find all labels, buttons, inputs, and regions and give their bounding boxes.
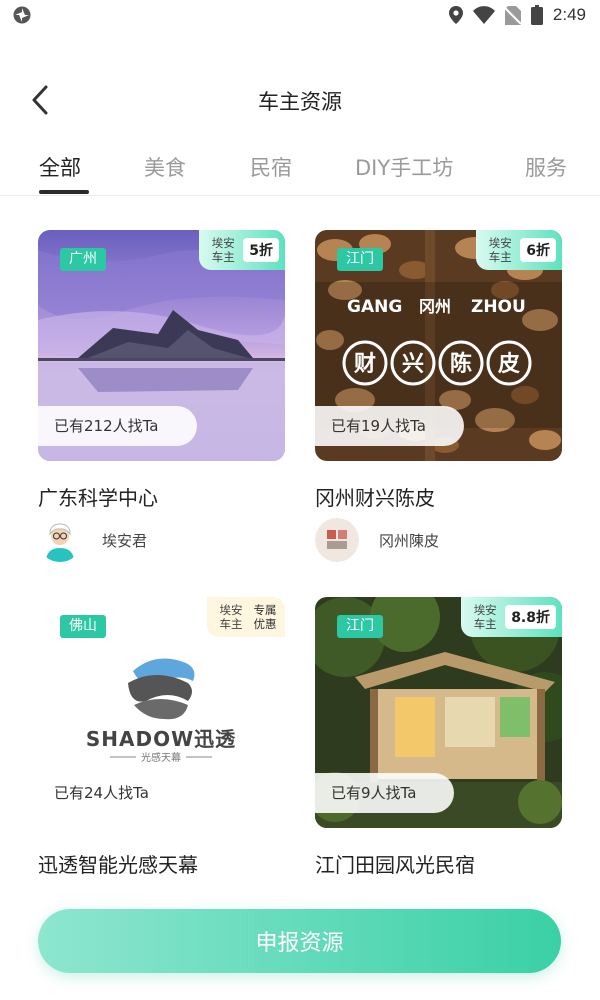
resource-card[interactable]: SHADOW迅透 光感天幕 佛山 埃安车主 专属优惠 已有24人找Ta 迅透智能… [38, 597, 285, 877]
wifi-icon [472, 6, 495, 24]
brand-name: SHADOW迅透 [86, 727, 236, 751]
seekers-count: 已有19人找Ta [315, 406, 464, 446]
card-image[interactable]: 江门 埃安车主 8.8折 已有9人找Ta [315, 597, 562, 828]
resource-name[interactable]: 广东科学中心 [38, 482, 158, 511]
owner-tag: 埃安车主 [211, 236, 235, 264]
no-sim-icon [504, 5, 521, 25]
owner-tag: 埃安车主 [488, 236, 512, 264]
resource-name[interactable]: 迅透智能光感天幕 [38, 849, 198, 878]
page-title: 车主资源 [258, 90, 342, 114]
discount-value: 6折 [520, 238, 556, 262]
peel-circle-char: 兴 [402, 352, 424, 377]
peel-line-left: GANG [347, 297, 402, 317]
owner-name: 冈州陳皮 [379, 531, 440, 550]
aperture-icon [13, 6, 31, 24]
avatar [38, 518, 82, 562]
discount-badge: 埃安车主 5折 [199, 230, 285, 270]
discount-value: 5折 [243, 238, 279, 262]
card-image[interactable]: SHADOW迅透 光感天幕 佛山 埃安车主 专属优惠 已有24人找Ta [38, 597, 285, 828]
owner-tag: 埃安车主 [219, 603, 243, 631]
peel-line-mid: 冈州 [419, 297, 451, 316]
owner-tag: 埃安车主 [473, 603, 497, 631]
discount-value: 8.8折 [505, 605, 556, 629]
resource-name[interactable]: 冈州财兴陈皮 [315, 482, 435, 511]
seekers-count: 已有24人找Ta [54, 784, 149, 802]
card-image[interactable]: 广州 埃安车主 5折 已有212人找Ta [38, 230, 285, 461]
tab-homestay[interactable]: 民宿 [250, 152, 292, 182]
discount-badge: 埃安车主 专属优惠 [207, 597, 285, 637]
peel-circle-char: 财 [354, 352, 376, 377]
category-tabs: 全部 美食 民宿 DIY手工坊 服务 [0, 140, 600, 196]
battery-icon [530, 5, 543, 25]
peel-circle-char: 陈 [450, 351, 472, 377]
resource-name[interactable]: 江门田园风光民宿 [315, 849, 475, 878]
submit-resource-button[interactable]: 申报资源 [38, 909, 561, 973]
city-tag: 江门 [337, 248, 383, 271]
brand-tagline: 光感天幕 [141, 751, 181, 764]
city-tag: 江门 [337, 615, 383, 638]
header: 车主资源 [0, 70, 600, 130]
city-tag: 佛山 [60, 615, 106, 638]
status-bar: 2:49 [0, 0, 600, 30]
discount-badge: 埃安车主 8.8折 [461, 597, 562, 637]
discount-value: 专属优惠 [253, 603, 277, 631]
active-tab-indicator [39, 190, 89, 194]
resource-card[interactable]: GANG 冈州 ZHOU 财 兴 陈 皮 江门 埃安车主 6折 已有19人找Ta… [315, 230, 562, 562]
tab-all[interactable]: 全部 [39, 152, 81, 182]
peel-circle-char: 皮 [498, 351, 520, 377]
tab-diy-workshop[interactable]: DIY手工坊 [355, 152, 453, 182]
location-icon [448, 6, 463, 24]
seekers-count: 已有212人找Ta [38, 406, 197, 446]
seekers-count: 已有9人找Ta [315, 773, 455, 813]
resource-card[interactable]: 广州 埃安车主 5折 已有212人找Ta 广东科学中心 埃安君 [38, 230, 285, 562]
card-image[interactable]: GANG 冈州 ZHOU 财 兴 陈 皮 江门 埃安车主 6折 已有19人找Ta [315, 230, 562, 461]
status-time: 2:49 [552, 5, 586, 24]
city-tag: 广州 [60, 248, 106, 271]
owner-info[interactable]: 冈州陳皮 [315, 518, 439, 562]
peel-line-right: ZHOU [471, 297, 526, 317]
tab-services[interactable]: 服务 [525, 152, 567, 182]
owner-info[interactable]: 埃安君 [38, 518, 147, 562]
resource-card[interactable]: 江门 埃安车主 8.8折 已有9人找Ta 江门田园风光民宿 [315, 597, 562, 877]
tab-food[interactable]: 美食 [144, 152, 186, 182]
discount-badge: 埃安车主 6折 [476, 230, 562, 270]
avatar [315, 518, 359, 562]
owner-name: 埃安君 [102, 531, 148, 550]
